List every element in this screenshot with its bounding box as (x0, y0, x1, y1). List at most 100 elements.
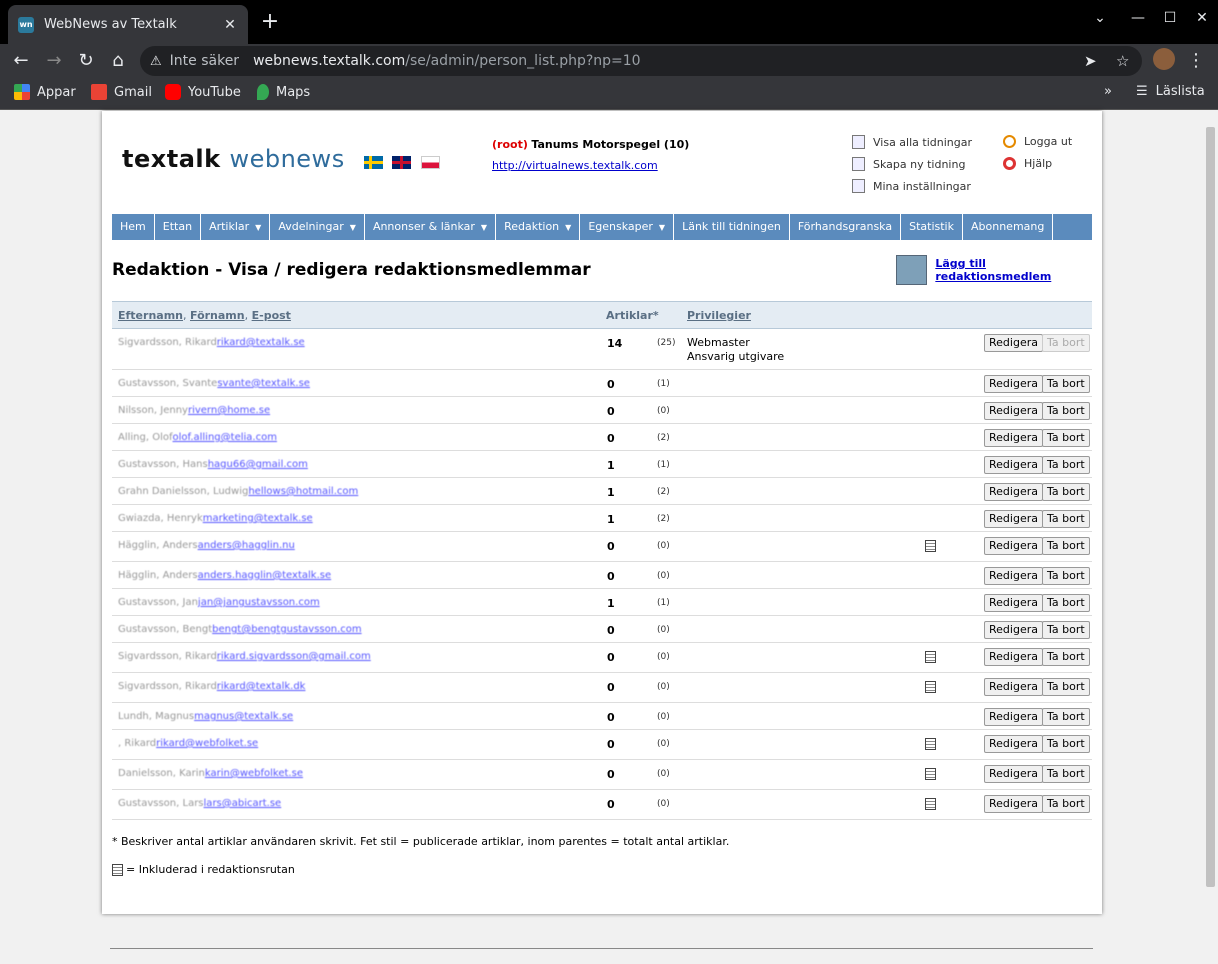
member-email-link[interactable]: lars@abicart.se (204, 798, 282, 809)
member-email-link[interactable]: hagu66@gmail.com (208, 459, 308, 470)
delete-member-button[interactable]: Ta bort (1042, 765, 1090, 783)
delete-member-button[interactable]: Ta bort (1042, 594, 1090, 612)
bookmark-apps[interactable]: Appar (14, 84, 76, 100)
edit-member-button[interactable]: Redigera (984, 678, 1043, 696)
edit-member-button[interactable]: Redigera (984, 402, 1043, 420)
reload-icon[interactable]: ↻ (73, 48, 99, 74)
edit-member-button[interactable]: Redigera (984, 334, 1043, 352)
member-email-link[interactable]: rikard@webfolket.se (156, 738, 258, 749)
edit-member-button[interactable]: Redigera (984, 621, 1043, 639)
delete-member-button[interactable]: Ta bort (1042, 708, 1090, 726)
bookmark-youtube[interactable]: YouTube (165, 84, 241, 100)
member-email-link[interactable]: anders.hagglin@textalk.se (198, 570, 332, 581)
edit-member-button[interactable]: Redigera (984, 648, 1043, 666)
edit-member-button[interactable]: Redigera (984, 795, 1043, 813)
edit-member-button[interactable]: Redigera (984, 594, 1043, 612)
flag-swedish-icon[interactable] (364, 156, 383, 169)
member-email-link[interactable]: svante@textalk.se (217, 378, 310, 389)
member-email-link[interactable]: anders@hagglin.nu (198, 540, 295, 551)
menu-item-8[interactable]: Förhandsgranska (790, 214, 902, 240)
menu-item-2[interactable]: Artiklar ▼ (201, 214, 271, 240)
menu-item-5[interactable]: Redaktion ▼ (496, 214, 581, 240)
reading-list[interactable]: ☰ Läslista (1136, 84, 1205, 99)
minimize-icon[interactable]: — (1126, 10, 1150, 26)
member-email-link[interactable]: marketing@textalk.se (203, 513, 313, 524)
bookmarks-overflow-icon[interactable]: » (1104, 84, 1112, 99)
delete-member-button[interactable]: Ta bort (1042, 537, 1090, 555)
window-close-icon[interactable]: ✕ (1190, 10, 1214, 26)
profile-avatar[interactable] (1153, 48, 1175, 70)
send-icon[interactable]: ➤ (1084, 52, 1097, 70)
delete-member-button[interactable]: Ta bort (1042, 648, 1090, 666)
edit-member-button[interactable]: Redigera (984, 765, 1043, 783)
tab-search-icon[interactable]: ⌄ (1088, 10, 1112, 26)
delete-member-button[interactable]: Ta bort (1042, 456, 1090, 474)
menu-item-1[interactable]: Ettan (155, 214, 202, 240)
address-bar[interactable]: ⚠ Inte säker webnews.textalk.com/se/admi… (140, 46, 1142, 76)
menu-item-7[interactable]: Länk till tidningen (674, 214, 790, 240)
add-member[interactable]: Lägg till redaktionsmedlem (896, 255, 1102, 285)
help-link[interactable]: Hjälp (1003, 157, 1052, 170)
maximize-icon[interactable]: ☐ (1158, 10, 1182, 26)
create-paper-link[interactable]: Skapa ny tidning (852, 157, 965, 171)
back-icon[interactable]: ← (8, 48, 34, 74)
edit-member-button[interactable]: Redigera (984, 429, 1043, 447)
show-all-papers-link[interactable]: Visa alla tidningar (852, 135, 972, 149)
edit-member-button[interactable]: Redigera (984, 537, 1043, 555)
member-email-link[interactable]: magnus@textalk.se (194, 711, 293, 722)
menu-item-4[interactable]: Annonser & länkar ▼ (365, 214, 497, 240)
tab-close-icon[interactable]: ✕ (222, 17, 238, 33)
logout-link[interactable]: Logga ut (1003, 135, 1072, 148)
delete-member-button[interactable]: Ta bort (1042, 483, 1090, 501)
member-email-link[interactable]: hellows@hotmail.com (248, 486, 358, 497)
edit-member-button[interactable]: Redigera (984, 735, 1043, 753)
sort-privileges-link[interactable]: Privilegier (687, 309, 751, 322)
add-member-link[interactable]: Lägg till redaktionsmedlem (935, 257, 1102, 283)
delete-member-button[interactable]: Ta bort (1042, 567, 1090, 585)
flag-polish-icon[interactable] (421, 156, 440, 169)
sort-firstname-link[interactable]: Förnamn (190, 309, 245, 322)
home-icon[interactable]: ⌂ (105, 48, 131, 74)
menu-kebab-icon[interactable]: ⋮ (1183, 48, 1209, 74)
my-settings-link[interactable]: Mina inställningar (852, 179, 971, 193)
sort-lastname-link[interactable]: Efternamn (118, 309, 183, 322)
delete-member-button[interactable]: Ta bort (1042, 678, 1090, 696)
edit-member-button[interactable]: Redigera (984, 708, 1043, 726)
bookmark-star-icon[interactable]: ☆ (1116, 52, 1129, 70)
menu-item-6[interactable]: Egenskaper ▼ (580, 214, 675, 240)
menu-item-3[interactable]: Avdelningar ▼ (270, 214, 365, 240)
member-email-link[interactable]: rikard.sigvardsson@gmail.com (217, 651, 371, 662)
edit-member-button[interactable]: Redigera (984, 567, 1043, 585)
flag-english-icon[interactable] (392, 156, 411, 169)
menu-item-10[interactable]: Abonnemang (963, 214, 1054, 240)
add-member-icon[interactable] (896, 255, 928, 285)
site-url-link[interactable]: http://virtualnews.textalk.com (492, 159, 689, 172)
delete-member-button[interactable]: Ta bort (1042, 429, 1090, 447)
delete-member-button[interactable]: Ta bort (1042, 735, 1090, 753)
bookmark-gmail[interactable]: Gmail (91, 84, 152, 100)
edit-member-button[interactable]: Redigera (984, 510, 1043, 528)
new-tab-icon[interactable]: + (258, 10, 282, 34)
forward-icon[interactable]: → (41, 48, 67, 74)
browser-tab[interactable]: wn WebNews av Textalk ✕ (8, 5, 248, 44)
delete-member-button[interactable]: Ta bort (1042, 795, 1090, 813)
member-email-link[interactable]: bengt@bengtgustavsson.com (212, 624, 362, 635)
edit-member-button[interactable]: Redigera (984, 483, 1043, 501)
delete-member-button[interactable]: Ta bort (1042, 621, 1090, 639)
bookmark-maps[interactable]: Maps (257, 84, 310, 100)
delete-member-button[interactable]: Ta bort (1042, 510, 1090, 528)
delete-member-button[interactable]: Ta bort (1042, 375, 1090, 393)
menu-item-0[interactable]: Hem (112, 214, 155, 240)
member-email-link[interactable]: jan@jangustavsson.com (198, 597, 320, 608)
edit-member-button[interactable]: Redigera (984, 375, 1043, 393)
sort-email-link[interactable]: E-post (252, 309, 291, 322)
edit-member-button[interactable]: Redigera (984, 456, 1043, 474)
member-email-link[interactable]: rikard@textalk.dk (217, 681, 306, 692)
delete-member-button[interactable]: Ta bort (1042, 334, 1090, 352)
member-email-link[interactable]: karin@webfolket.se (205, 768, 303, 779)
member-email-link[interactable]: rivern@home.se (188, 405, 270, 416)
page-scrollbar[interactable] (1203, 111, 1218, 964)
member-email-link[interactable]: olof.alling@telia.com (173, 432, 277, 443)
scrollbar-thumb[interactable] (1206, 127, 1215, 887)
menu-item-9[interactable]: Statistik (901, 214, 963, 240)
